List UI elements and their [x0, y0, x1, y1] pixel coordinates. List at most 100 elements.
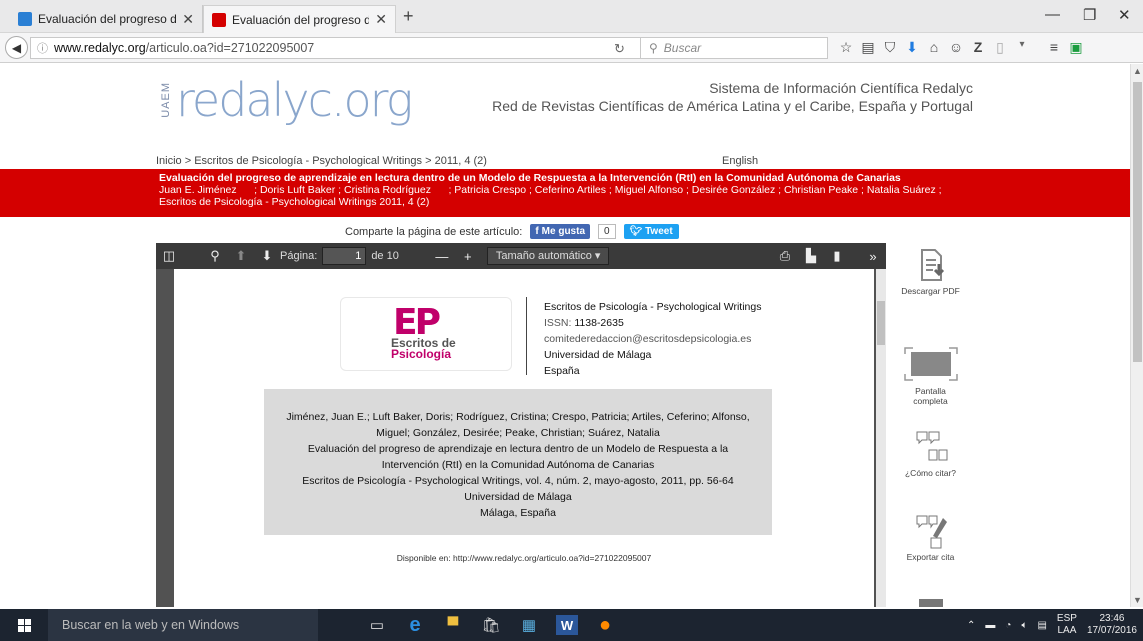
store-icon[interactable]: 🛍︎ — [472, 609, 510, 641]
article-journal[interactable]: Escritos de Psicología - Psychological W… — [159, 196, 1130, 208]
volume-icon[interactable]: 🔈︎ — [1021, 620, 1027, 631]
search-input[interactable]: ⚲ Buscar — [640, 37, 828, 59]
redalyc-favicon-icon — [18, 12, 32, 26]
url-path: /articulo.oa?id=271022095007 — [145, 41, 315, 55]
input-language[interactable]: ESP LAA — [1057, 613, 1077, 637]
facebook-like-button[interactable]: f Me gusta — [530, 224, 591, 239]
page-count: de 10 — [371, 250, 399, 262]
document-icon[interactable]: ▯ — [989, 39, 1011, 56]
edge-icon[interactable]: e — [396, 609, 434, 641]
new-tab-icon[interactable]: + — [403, 6, 414, 27]
minimize-icon[interactable]: — — [1045, 6, 1060, 23]
find-icon[interactable]: ⚲ — [202, 248, 228, 264]
task-view-icon[interactable]: ▭ — [358, 609, 396, 641]
pdf-scroll-thumb[interactable] — [877, 301, 885, 345]
home-icon[interactable]: ⌂ — [923, 39, 945, 56]
reload-icon[interactable]: ↻ — [614, 41, 625, 57]
export-citation-button[interactable]: Exportar cita — [898, 512, 963, 562]
previous-page-icon[interactable]: ⬆ — [228, 248, 254, 264]
logo-line-2: Psicología — [391, 347, 452, 361]
tab-1[interactable]: Evaluación del progreso d... ✕ — [10, 5, 203, 33]
menu-icon[interactable]: ≡ — [1043, 39, 1065, 56]
zoom-value: Tamaño automático — [495, 250, 592, 262]
redalyc-logo[interactable]: UAEM redalyc.org — [160, 73, 413, 127]
journal-logo-text: Escritos de Psicología — [391, 337, 456, 361]
tweet-label: Tweet — [645, 226, 673, 237]
save-icon[interactable]: ▙ — [798, 248, 824, 264]
site-subtitle: Red de Revistas Científicas de América L… — [492, 98, 973, 114]
citation-line: Intervención (RtI) en la Comunidad Autón… — [381, 459, 655, 471]
windows-logo-icon — [17, 618, 31, 632]
lang-layout: LAA — [1057, 625, 1077, 636]
fullscreen-button[interactable]: Pantalla completa — [898, 346, 963, 406]
restore-icon[interactable]: ❐ — [1083, 6, 1096, 24]
notification-icon[interactable]: ▤ — [1037, 620, 1046, 631]
issn-label: ISSN: — [544, 317, 572, 329]
download-icon[interactable]: ⬇ — [901, 39, 923, 56]
page-scroll-thumb[interactable] — [1133, 82, 1142, 362]
more-arrow-icon[interactable]: ▾ — [1011, 39, 1033, 56]
citation-line: Escritos de Psicología - Psychological W… — [302, 475, 734, 487]
article-header-bar: Evaluación del progreso de aprendizaje e… — [0, 169, 1130, 217]
pocket-icon[interactable]: ⛉ — [879, 39, 901, 56]
back-button[interactable]: ◀ — [5, 36, 28, 59]
breadcrumb[interactable]: Inicio > Escritos de Psicología - Psycho… — [156, 155, 487, 167]
article-authors[interactable]: Juan E. Jiménez ; Doris Luft Baker ; Cri… — [159, 184, 1130, 196]
more-tool-button[interactable] — [898, 597, 963, 607]
close-tab-icon[interactable]: ✕ — [182, 11, 194, 28]
bookmark-icon[interactable]: ▮ — [824, 248, 850, 264]
taskbar-search[interactable]: Buscar en la web y en Windows — [48, 609, 318, 641]
pdf-scrollbar[interactable] — [876, 269, 886, 607]
tweet-button[interactable]: 🐦︎ Tweet — [623, 224, 679, 239]
tools-menu-icon[interactable]: » — [860, 249, 886, 264]
next-page-icon[interactable]: ⬇ — [254, 248, 280, 264]
battery-icon[interactable]: ▬ — [985, 620, 995, 631]
extension-icon[interactable]: ▣ — [1065, 39, 1087, 56]
zoom-in-icon[interactable]: + — [455, 249, 481, 264]
tab-2-active[interactable]: Evaluación del progreso d... ✕ — [203, 5, 396, 33]
citation-line: Miguel; González, Desirée; Peake, Christ… — [376, 427, 660, 439]
pdf-viewer[interactable]: EP Escritos de Psicología Escritos de Psi… — [156, 269, 886, 607]
journal-name: Escritos de Psicología - Psychological W… — [544, 301, 762, 313]
close-window-icon[interactable]: ✕ — [1118, 6, 1131, 24]
wifi-icon[interactable]: ◔ — [1005, 620, 1011, 631]
clock[interactable]: 23:46 17/07/2016 — [1087, 613, 1137, 637]
file-explorer-icon[interactable]: ▀ — [434, 609, 472, 641]
available-at: Disponible en: http://www.redalyc.org/ar… — [396, 553, 652, 563]
page-number-input[interactable]: 1 — [322, 247, 367, 265]
close-tab-icon[interactable]: ✕ — [375, 11, 387, 28]
reading-list-icon[interactable]: ▤ — [857, 39, 879, 56]
windows-start-button[interactable] — [0, 609, 48, 641]
tray-chevron-icon[interactable]: ⌃ — [967, 620, 975, 631]
tab-title: Evaluación del progreso d... — [232, 12, 370, 27]
zoom-select[interactable]: Tamaño automático ▾ — [486, 247, 610, 265]
print-icon[interactable]: ⎙ — [772, 248, 798, 264]
uaem-label: UAEM — [160, 82, 172, 118]
fb-label: Me gusta — [541, 226, 586, 237]
bookmark-star-icon[interactable]: ☆ — [835, 39, 857, 56]
sidebar-toggle-icon[interactable]: ◫ — [156, 248, 182, 264]
download-pdf-button[interactable]: Descargar PDF — [898, 246, 963, 296]
share-label: Comparte la página de este artículo: — [345, 225, 523, 238]
english-link[interactable]: English — [722, 155, 758, 167]
address-bar[interactable]: ⓘ www.redalyc.org/articulo.oa?id=2710220… — [30, 37, 698, 59]
facebook-icon: f — [535, 226, 539, 237]
how-to-cite-button[interactable]: ¿Cómo citar? — [898, 428, 963, 478]
article-title: Evaluación del progreso de aprendizaje e… — [159, 172, 901, 184]
scroll-up-icon[interactable]: ▲ — [1133, 66, 1142, 76]
divider — [526, 297, 527, 375]
windows-taskbar: Buscar en la web y en Windows ▭ e ▀ 🛍︎ ▦… — [0, 609, 1143, 641]
zotero-icon[interactable]: Z — [967, 39, 989, 56]
word-icon[interactable]: W — [556, 615, 578, 635]
zoom-out-icon[interactable]: — — [429, 249, 455, 264]
site-info-icon[interactable]: ⓘ — [37, 40, 48, 56]
pdf-page: EP Escritos de Psicología Escritos de Psi… — [174, 269, 874, 607]
chat-icon[interactable]: ☺ — [945, 39, 967, 56]
firefox-icon[interactable]: ● — [586, 609, 624, 641]
export-citation-icon — [911, 512, 951, 549]
app-icon[interactable]: ▦ — [510, 609, 548, 641]
scroll-down-icon[interactable]: ▼ — [1133, 595, 1142, 605]
taskbar-search-placeholder: Buscar en la web y en Windows — [62, 618, 240, 632]
page-scrollbar[interactable]: ▲ ▼ — [1130, 64, 1143, 607]
clock-date: 17/07/2016 — [1086, 625, 1137, 636]
